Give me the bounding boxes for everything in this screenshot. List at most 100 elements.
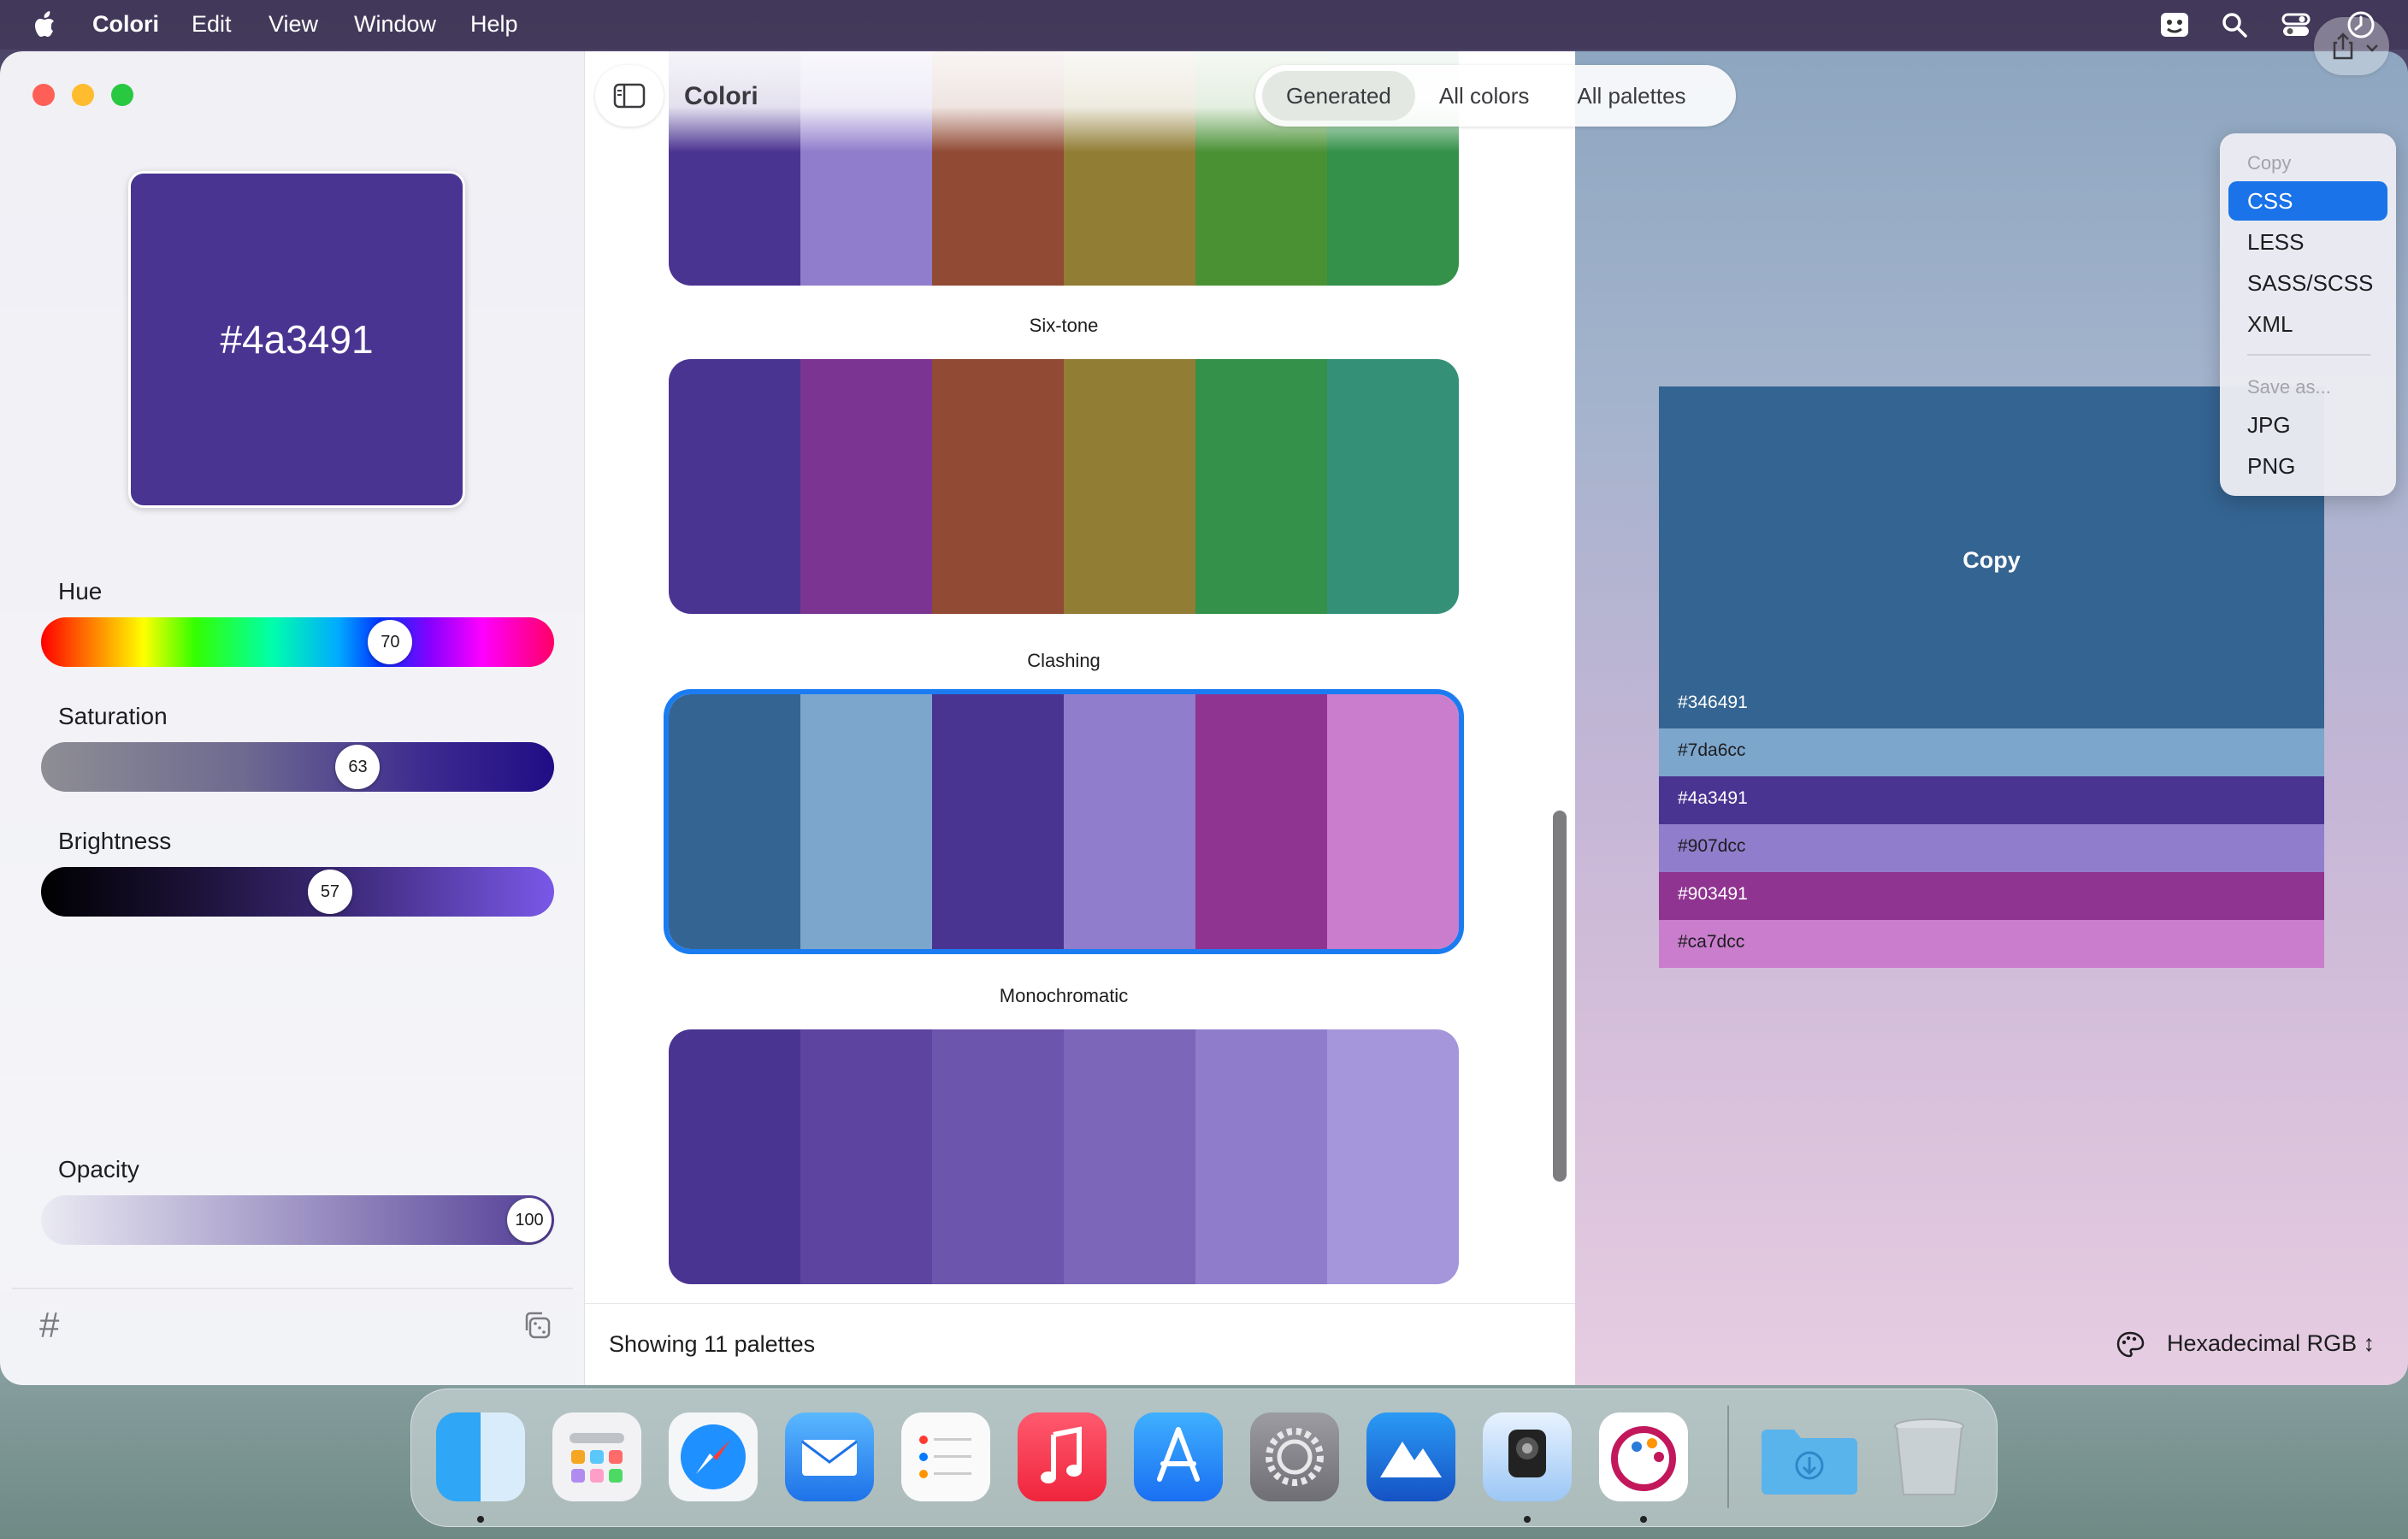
colori-palette-icon xyxy=(1611,1426,1676,1491)
palette-swatch[interactable] xyxy=(669,1029,800,1284)
window-title: Colori xyxy=(684,82,758,110)
camera-lens-icon xyxy=(1508,1430,1546,1477)
launchpad-icon[interactable] xyxy=(552,1412,641,1501)
sidebar-icon xyxy=(613,83,646,109)
scrollbar-thumb[interactable] xyxy=(1553,811,1567,1182)
preview-swatch-band[interactable]: #7da6cc xyxy=(1659,728,2324,776)
opacity-slider[interactable]: 100 xyxy=(41,1195,554,1245)
palette-swatch[interactable] xyxy=(1064,1029,1195,1284)
menu-item-css[interactable]: CSS xyxy=(2228,181,2387,221)
palette-swatch[interactable] xyxy=(1327,1029,1459,1284)
preview-swatch-band[interactable]: #903491 xyxy=(1659,872,2324,920)
safari-icon[interactable] xyxy=(669,1412,758,1501)
hex-input-icon[interactable]: # xyxy=(39,1305,59,1346)
trash-icon[interactable] xyxy=(1885,1412,1974,1501)
color-format-select[interactable]: Hexadecimal RGB ↕ xyxy=(2167,1330,2375,1357)
system-settings-icon[interactable] xyxy=(1250,1412,1339,1501)
finder-status-icon[interactable] xyxy=(2158,9,2191,41)
palette-swatch[interactable] xyxy=(1195,359,1327,614)
preview-swatch-band[interactable]: #907dcc xyxy=(1659,824,2324,872)
apple-menu-icon[interactable] xyxy=(32,10,60,39)
mail-icon[interactable] xyxy=(785,1412,874,1501)
format-bar: Hexadecimal RGB ↕ xyxy=(1575,1303,2408,1385)
share-dropdown-menu: Copy CSS LESS SASS/SCSS XML Save as... J… xyxy=(2220,133,2396,496)
palette-swatch[interactable] xyxy=(800,694,932,949)
mail-envelope-icon xyxy=(801,1440,858,1476)
brightness-label: Brightness xyxy=(58,828,172,854)
tab-all-palettes[interactable]: All palettes xyxy=(1553,71,1709,121)
chevron-updown-icon: ↕ xyxy=(2363,1330,2376,1356)
menu-window[interactable]: Window xyxy=(354,11,436,38)
share-menu-button[interactable] xyxy=(2314,17,2389,75)
palette-swatch[interactable] xyxy=(932,1029,1064,1284)
spotlight-search-icon[interactable] xyxy=(2218,9,2251,41)
preview-hex-label: #907dcc xyxy=(1678,836,1746,856)
music-icon[interactable] xyxy=(1018,1412,1107,1501)
tab-generated[interactable]: Generated xyxy=(1262,71,1415,121)
palette-swatch[interactable] xyxy=(1195,694,1327,949)
hue-slider[interactable]: 70 xyxy=(41,617,554,667)
brightness-slider[interactable]: 57 xyxy=(41,867,554,917)
current-color-swatch[interactable]: #4a3491 xyxy=(128,171,465,508)
palette-swatch[interactable] xyxy=(669,359,800,614)
palette-icon xyxy=(2116,1331,2145,1358)
menu-edit[interactable]: Edit xyxy=(192,11,232,38)
sidebar-toggle-button[interactable] xyxy=(595,65,664,127)
menu-item-jpg[interactable]: JPG xyxy=(2228,405,2387,445)
sidebar-divider xyxy=(12,1288,573,1289)
menu-separator xyxy=(2247,354,2370,356)
palette-swatch[interactable] xyxy=(1064,694,1195,949)
zoom-window-button[interactable] xyxy=(111,84,133,106)
color-format-label: Hexadecimal RGB xyxy=(2167,1330,2358,1356)
palette-swatch[interactable] xyxy=(800,359,932,614)
brightness-value: 57 xyxy=(320,882,340,901)
palette-swatch[interactable] xyxy=(1327,359,1459,614)
palette-card[interactable] xyxy=(669,359,1459,614)
chevron-down-icon xyxy=(2366,44,2378,52)
opacity-slider-knob[interactable]: 100 xyxy=(507,1198,552,1242)
control-center-icon[interactable] xyxy=(2280,9,2312,41)
palette-swatch[interactable] xyxy=(669,694,800,949)
palette-card[interactable] xyxy=(669,1029,1459,1284)
dock-separator xyxy=(1727,1406,1729,1508)
brightness-slider-knob[interactable]: 57 xyxy=(307,870,352,914)
app-store-icon[interactable] xyxy=(1134,1412,1223,1501)
altitude-icon[interactable] xyxy=(1366,1412,1455,1501)
preview-lens-icon[interactable] xyxy=(1483,1412,1572,1501)
preview-hex-label: #ca7dcc xyxy=(1678,932,1745,952)
preview-copy-label[interactable]: Copy xyxy=(1659,547,2324,574)
saturation-slider[interactable]: 63 xyxy=(41,742,554,792)
palette-swatch[interactable] xyxy=(932,359,1064,614)
preview-hex-label: #4a3491 xyxy=(1678,788,1748,808)
downloads-folder-icon[interactable] xyxy=(1756,1412,1857,1501)
hue-value: 70 xyxy=(381,632,400,652)
share-icon xyxy=(2333,32,2353,60)
current-color-hex: #4a3491 xyxy=(220,317,374,362)
hue-slider-knob[interactable]: 70 xyxy=(368,620,413,664)
trash-can-icon xyxy=(1894,1418,1964,1495)
palette-card-selected[interactable] xyxy=(664,689,1464,954)
reminders-icon[interactable] xyxy=(901,1412,990,1501)
menu-item-sass[interactable]: SASS/SCSS xyxy=(2228,263,2387,303)
reminders-list-icon xyxy=(919,1436,971,1478)
colori-icon[interactable] xyxy=(1599,1412,1688,1501)
menu-app-name[interactable]: Colori xyxy=(92,11,159,38)
palette-swatch[interactable] xyxy=(1195,1029,1327,1284)
minimize-window-button[interactable] xyxy=(72,84,94,106)
close-window-button[interactable] xyxy=(32,84,55,106)
menu-item-png[interactable]: PNG xyxy=(2228,446,2387,486)
finder-icon[interactable] xyxy=(436,1412,525,1501)
menu-view[interactable]: View xyxy=(269,11,318,38)
palette-swatch[interactable] xyxy=(932,694,1064,949)
preview-swatch-band[interactable]: #4a3491 xyxy=(1659,776,2324,824)
preview-swatch-band[interactable]: #ca7dcc xyxy=(1659,920,2324,968)
menu-help[interactable]: Help xyxy=(470,11,518,38)
palette-swatch[interactable] xyxy=(1327,694,1459,949)
palette-swatch[interactable] xyxy=(1064,359,1195,614)
randomize-dice-icon[interactable] xyxy=(522,1310,552,1341)
palette-swatch[interactable] xyxy=(800,1029,932,1284)
tab-all-colors[interactable]: All colors xyxy=(1415,71,1553,121)
menu-item-xml[interactable]: XML xyxy=(2228,304,2387,344)
menu-item-less[interactable]: LESS xyxy=(2228,222,2387,262)
saturation-slider-knob[interactable]: 63 xyxy=(335,745,381,789)
